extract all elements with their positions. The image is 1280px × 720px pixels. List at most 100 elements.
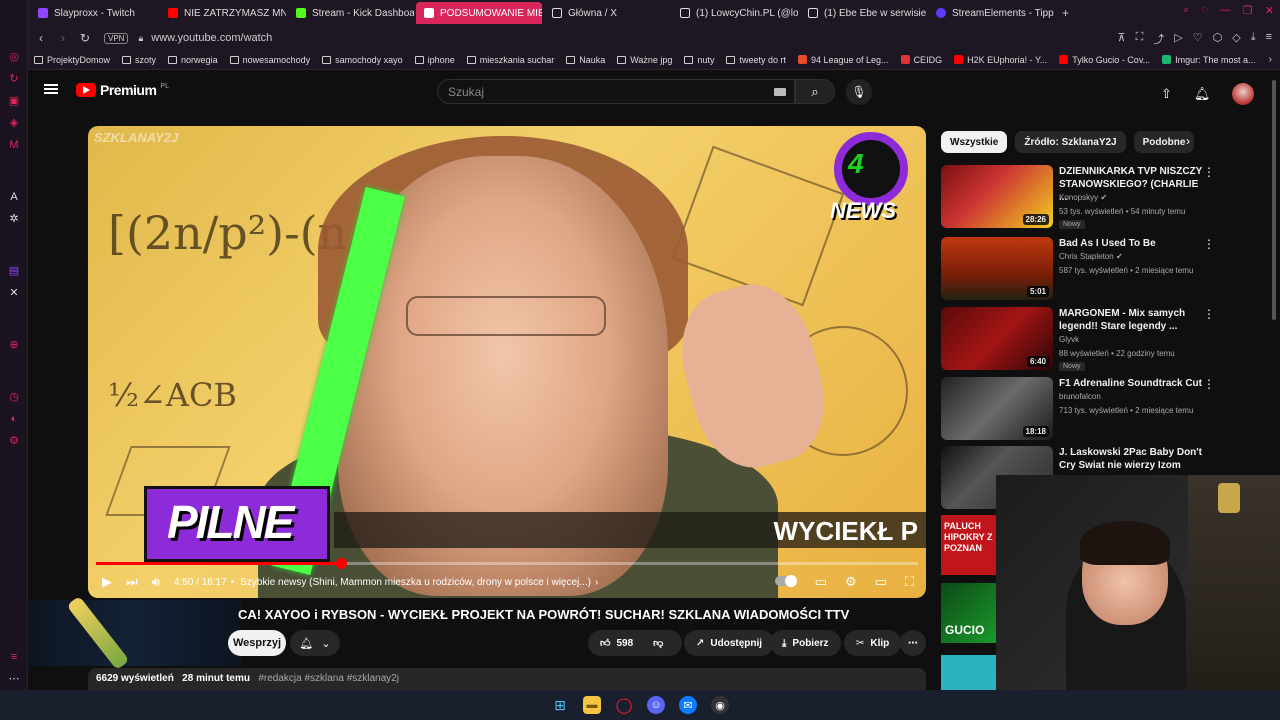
forward-icon[interactable]: › xyxy=(52,31,74,45)
video-thumbnail[interactable] xyxy=(941,655,997,690)
bookmark-folder[interactable]: iphone xyxy=(414,55,455,65)
share-icon[interactable]: ⤴ xyxy=(1153,31,1164,47)
recommendation-title[interactable]: Bad As I Used To Be xyxy=(1059,237,1209,250)
video-thumbnail[interactable]: 5:01 xyxy=(941,237,1053,300)
bookmark-site[interactable]: H2K EUphoria! - Y... xyxy=(954,55,1047,65)
bookmark-folder[interactable]: tweety do rt xyxy=(726,55,786,65)
more-actions-button[interactable]: ⋯ xyxy=(900,630,926,656)
back-icon[interactable]: ‹ xyxy=(30,31,52,45)
wallet-sidebar-icon[interactable]: ◈ xyxy=(7,116,21,130)
easy-setup-icon[interactable]: ≡ xyxy=(1266,31,1272,47)
more-icon[interactable]: ⋮ xyxy=(1203,377,1215,391)
pin-icon[interactable]: ⊼ xyxy=(1118,31,1126,47)
player-sidebar-icon[interactable]: ◐ xyxy=(7,412,21,426)
recommendation-item[interactable]: 5:01 Bad As I Used To Be Chris Stapleton… xyxy=(941,237,1271,301)
mail-sidebar-icon[interactable]: M xyxy=(7,138,21,152)
bookmark-folder[interactable]: Ważne jpg xyxy=(617,55,672,65)
search-button[interactable]: ⌕ xyxy=(795,79,835,104)
bookmarks-overflow-icon[interactable]: › xyxy=(1269,54,1272,65)
tab-youtube-1[interactable]: NIE ZATRZYMASZ MNIE xyxy=(160,2,286,24)
more-icon[interactable]: ⋮ xyxy=(1203,165,1215,179)
recommendation-item[interactable]: 28:26 DZIENNIKARKA TVP NISZCZY STANOWSKI… xyxy=(941,165,1271,229)
messenger-icon[interactable]: ✉ xyxy=(679,696,697,714)
extensions-icon[interactable]: ⬡ xyxy=(1213,31,1223,47)
windows-icon[interactable]: ⊞ xyxy=(551,696,569,714)
volume-icon[interactable]: 🔊︎ xyxy=(152,574,160,590)
upload-icon[interactable]: ⇧ xyxy=(1161,86,1172,102)
channel-name[interactable]: Konopskyy ✔︎ xyxy=(1059,193,1107,202)
bag-sidebar-icon[interactable]: ▣ xyxy=(7,94,21,108)
tab-youtube-active[interactable]: PODSUMOWANIE MIESIĄ xyxy=(416,2,542,24)
menu-icon[interactable] xyxy=(44,84,58,94)
snapshot-icon[interactable]: ⛶ xyxy=(1136,31,1144,47)
clock-sidebar-icon[interactable]: ◷ xyxy=(7,390,21,404)
explorer-icon[interactable]: ▬ xyxy=(583,696,601,714)
video-thumbnail[interactable]: 18:18 xyxy=(941,377,1053,440)
notifications-button[interactable]: 🔔︎ ⌄ xyxy=(290,630,340,656)
channel-name[interactable]: Chris Stapleton ✔︎ xyxy=(1059,252,1123,261)
bookmark-site[interactable]: Tylko Gucio - Cov... xyxy=(1059,55,1150,65)
bell-icon[interactable]: 🔔︎ xyxy=(1194,86,1211,102)
snapshot-icon[interactable]: ◌ xyxy=(1201,4,1208,17)
hashtags[interactable]: #redakcja #szklana #szklanay2j xyxy=(258,673,399,684)
video-thumbnail[interactable]: 6:40 xyxy=(941,307,1053,370)
twitch-sidebar-icon[interactable]: ▤ xyxy=(7,264,21,278)
tab-streamelements[interactable]: StreamElements - Tipping xyxy=(928,2,1054,24)
opera-icon[interactable]: ◯ xyxy=(615,696,633,714)
like-count[interactable]: 598 xyxy=(616,638,633,649)
bookmark-folder[interactable]: nuty xyxy=(684,55,714,65)
more-icon[interactable]: ⋮ xyxy=(1203,307,1215,321)
cube-icon[interactable]: ◇ xyxy=(1232,31,1240,47)
next-icon[interactable]: ⏭ xyxy=(126,574,138,590)
aria-sidebar-icon[interactable]: A xyxy=(7,190,21,204)
gx-sidebar-icon[interactable]: ≡ xyxy=(7,650,21,664)
discord-icon[interactable]: ☺ xyxy=(647,696,665,714)
bookmark-folder[interactable]: szoty xyxy=(122,55,156,65)
search-tabs-icon[interactable]: ⌕ xyxy=(1183,4,1189,17)
autoplay-toggle[interactable] xyxy=(774,575,797,587)
close-icon[interactable]: ✕ xyxy=(1265,4,1274,17)
tab-x-home[interactable]: Główna / X xyxy=(544,2,670,24)
description-box[interactable]: 6629 wyświetleń 28 minut temu #redakcja … xyxy=(88,668,926,690)
fullscreen-icon[interactable]: ⛶ xyxy=(905,574,914,590)
messenger-sidebar-icon[interactable]: ◎ xyxy=(7,50,21,64)
obs-icon[interactable]: ◉ xyxy=(711,696,729,714)
more-sidebar-icon[interactable]: ⋯ xyxy=(7,672,21,686)
progress-bar[interactable] xyxy=(96,558,918,569)
tab-x-lowcychin[interactable]: (1) LowcyChin.PL (@lowc xyxy=(672,2,798,24)
recommendation-item[interactable]: 18:18 F1 Adrenaline Soundtrack Cut bruno… xyxy=(941,377,1271,441)
keyboard-icon[interactable] xyxy=(774,88,786,96)
url-field[interactable]: 🔒︎ www.youtube.com/watch xyxy=(138,32,272,44)
history-sidebar-icon[interactable]: ↻ xyxy=(7,72,21,86)
search-input[interactable]: Szukaj xyxy=(437,79,795,104)
player-icon[interactable]: ▷ xyxy=(1174,31,1182,47)
bookmark-site[interactable]: CEIDG xyxy=(900,55,942,65)
vpn-badge[interactable]: VPN xyxy=(104,32,129,44)
tab-twitch[interactable]: Slayproxx - Twitch xyxy=(30,2,158,24)
dislike-icon[interactable]: 👎︎ xyxy=(653,637,663,649)
bookmark-site[interactable]: Imgur: The most a... xyxy=(1162,55,1256,65)
video-thumbnail[interactable]: GUCIO xyxy=(941,583,997,643)
video-thumbnail[interactable]: 28:26 xyxy=(941,165,1053,228)
youtube-logo[interactable]: Premium PL xyxy=(76,82,169,98)
bookmark-folder[interactable]: nowesamochody xyxy=(229,55,310,65)
bookmark-folder[interactable]: Nauka xyxy=(566,55,605,65)
chip-all[interactable]: Wszystkie xyxy=(941,131,1008,153)
recommendation-title[interactable]: F1 Adrenaline Soundtrack Cut xyxy=(1059,377,1209,390)
bookmark-folder[interactable]: samochody xayo xyxy=(322,55,403,65)
recommendation-title[interactable]: MARGONEM - Mix samych legend!! Stare leg… xyxy=(1059,307,1209,333)
chip-source[interactable]: Źródło: SzklanaY2J xyxy=(1015,131,1126,153)
chapter-title[interactable]: Szybkie newsy (Shini, Mammon mieszka u r… xyxy=(240,577,591,588)
video-player[interactable]: [(2n/p²)-(n/2)] ½∠ACB SZKLANAY2J 4 NEWS … xyxy=(88,126,926,598)
voice-search-button[interactable]: 🎙︎ xyxy=(846,79,872,105)
recommendation-item[interactable]: 6:40 MARGONEM - Mix samych legend!! Star… xyxy=(941,307,1271,371)
x-sidebar-icon[interactable]: ✕ xyxy=(7,286,21,300)
share-button[interactable]: ↗ Udostępnij xyxy=(684,630,775,656)
chatgpt-sidebar-icon[interactable]: ✲ xyxy=(7,212,21,226)
add-sidebar-icon[interactable]: ⊕ xyxy=(7,338,21,352)
maximize-icon[interactable]: ❐ xyxy=(1243,4,1253,17)
settings-icon[interactable]: ⚙ xyxy=(845,574,857,590)
settings-sidebar-icon[interactable]: ⚙ xyxy=(7,434,21,448)
avatar[interactable] xyxy=(1232,83,1255,105)
bookmark-folder[interactable]: ProjektyDomow xyxy=(34,55,110,65)
